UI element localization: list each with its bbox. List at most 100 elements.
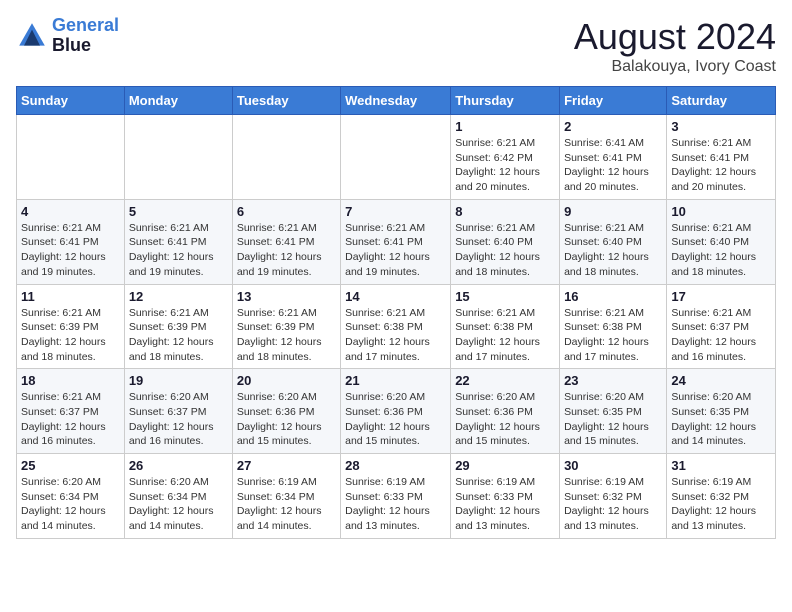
day-number: 31 <box>671 458 771 473</box>
day-info: Sunrise: 6:21 AM Sunset: 6:38 PM Dayligh… <box>564 306 662 365</box>
calendar-header-cell: Friday <box>560 87 667 115</box>
day-info: Sunrise: 6:19 AM Sunset: 6:32 PM Dayligh… <box>564 475 662 534</box>
day-info: Sunrise: 6:19 AM Sunset: 6:34 PM Dayligh… <box>237 475 336 534</box>
day-info: Sunrise: 6:20 AM Sunset: 6:36 PM Dayligh… <box>237 390 336 449</box>
day-number: 3 <box>671 119 771 134</box>
day-info: Sunrise: 6:20 AM Sunset: 6:34 PM Dayligh… <box>21 475 120 534</box>
day-number: 14 <box>345 289 446 304</box>
day-info: Sunrise: 6:20 AM Sunset: 6:35 PM Dayligh… <box>564 390 662 449</box>
logo-text: General Blue <box>52 16 119 56</box>
day-number: 24 <box>671 373 771 388</box>
main-title: August 2024 <box>574 16 776 58</box>
calendar-day-cell: 10 Sunrise: 6:21 AM Sunset: 6:40 PM Dayli… <box>667 199 776 284</box>
day-number: 13 <box>237 289 336 304</box>
calendar-day-cell: 29 Sunrise: 6:19 AM Sunset: 6:33 PM Dayli… <box>451 454 560 539</box>
day-info: Sunrise: 6:20 AM Sunset: 6:35 PM Dayligh… <box>671 390 771 449</box>
day-number: 26 <box>129 458 228 473</box>
day-info: Sunrise: 6:19 AM Sunset: 6:32 PM Dayligh… <box>671 475 771 534</box>
calendar-header-cell: Monday <box>124 87 232 115</box>
day-number: 4 <box>21 204 120 219</box>
logo: General Blue <box>16 16 119 56</box>
day-number: 20 <box>237 373 336 388</box>
calendar-day-cell: 17Sunrise: 6:21 AM Sunset: 6:37 PM Dayli… <box>667 284 776 369</box>
day-info: Sunrise: 6:21 AM Sunset: 6:41 PM Dayligh… <box>671 136 771 195</box>
calendar-header-cell: Wednesday <box>341 87 451 115</box>
day-info: Sunrise: 6:20 AM Sunset: 6:36 PM Dayligh… <box>345 390 446 449</box>
day-number: 25 <box>21 458 120 473</box>
calendar-day-cell: 23 Sunrise: 6:20 AM Sunset: 6:35 PM Dayli… <box>560 369 667 454</box>
day-info: Sunrise: 6:41 AM Sunset: 6:41 PM Dayligh… <box>564 136 662 195</box>
calendar-day-cell: 21Sunrise: 6:20 AM Sunset: 6:36 PM Dayli… <box>341 369 451 454</box>
day-number: 16 <box>564 289 662 304</box>
calendar-week-row: 18 Sunrise: 6:21 AM Sunset: 6:37 PM Dayli… <box>17 369 776 454</box>
calendar-day-cell: 26Sunrise: 6:20 AM Sunset: 6:34 PM Dayli… <box>124 454 232 539</box>
day-info: Sunrise: 6:21 AM Sunset: 6:37 PM Dayligh… <box>21 390 120 449</box>
day-info: Sunrise: 6:21 AM Sunset: 6:39 PM Dayligh… <box>237 306 336 365</box>
calendar-week-row: 11Sunrise: 6:21 AM Sunset: 6:39 PM Dayli… <box>17 284 776 369</box>
day-number: 9 <box>564 204 662 219</box>
day-info: Sunrise: 6:21 AM Sunset: 6:40 PM Dayligh… <box>671 221 771 280</box>
calendar-day-cell <box>232 115 340 200</box>
calendar-week-row: 1Sunrise: 6:21 AM Sunset: 6:42 PM Daylig… <box>17 115 776 200</box>
calendar-day-cell: 20 Sunrise: 6:20 AM Sunset: 6:36 PM Dayli… <box>232 369 340 454</box>
day-info: Sunrise: 6:21 AM Sunset: 6:39 PM Dayligh… <box>129 306 228 365</box>
day-number: 28 <box>345 458 446 473</box>
calendar-day-cell <box>341 115 451 200</box>
calendar-week-row: 25 Sunrise: 6:20 AM Sunset: 6:34 PM Dayli… <box>17 454 776 539</box>
calendar-day-cell: 31 Sunrise: 6:19 AM Sunset: 6:32 PM Dayli… <box>667 454 776 539</box>
calendar-day-cell: 25 Sunrise: 6:20 AM Sunset: 6:34 PM Dayli… <box>17 454 125 539</box>
calendar-header-cell: Saturday <box>667 87 776 115</box>
calendar-week-row: 4 Sunrise: 6:21 AM Sunset: 6:41 PM Daylig… <box>17 199 776 284</box>
calendar-header-cell: Thursday <box>451 87 560 115</box>
logo-icon <box>16 20 48 52</box>
calendar-day-cell: 14 Sunrise: 6:21 AM Sunset: 6:38 PM Dayli… <box>341 284 451 369</box>
calendar-header-cell: Tuesday <box>232 87 340 115</box>
calendar-header-cell: Sunday <box>17 87 125 115</box>
calendar-day-cell: 27 Sunrise: 6:19 AM Sunset: 6:34 PM Dayli… <box>232 454 340 539</box>
day-number: 30 <box>564 458 662 473</box>
page-header: General Blue August 2024 Balakouya, Ivor… <box>16 16 776 76</box>
day-number: 8 <box>455 204 555 219</box>
day-number: 15 <box>455 289 555 304</box>
day-number: 6 <box>237 204 336 219</box>
day-info: Sunrise: 6:21 AM Sunset: 6:41 PM Dayligh… <box>21 221 120 280</box>
calendar-day-cell: 4 Sunrise: 6:21 AM Sunset: 6:41 PM Daylig… <box>17 199 125 284</box>
calendar-day-cell: 5 Sunrise: 6:21 AM Sunset: 6:41 PM Daylig… <box>124 199 232 284</box>
calendar-day-cell: 11Sunrise: 6:21 AM Sunset: 6:39 PM Dayli… <box>17 284 125 369</box>
day-number: 22 <box>455 373 555 388</box>
calendar-body: 1Sunrise: 6:21 AM Sunset: 6:42 PM Daylig… <box>17 115 776 539</box>
day-number: 27 <box>237 458 336 473</box>
calendar-day-cell <box>124 115 232 200</box>
day-number: 18 <box>21 373 120 388</box>
calendar-day-cell: 6 Sunrise: 6:21 AM Sunset: 6:41 PM Daylig… <box>232 199 340 284</box>
calendar-table: SundayMondayTuesdayWednesdayThursdayFrid… <box>16 86 776 539</box>
calendar-day-cell: 18 Sunrise: 6:21 AM Sunset: 6:37 PM Dayli… <box>17 369 125 454</box>
day-info: Sunrise: 6:21 AM Sunset: 6:40 PM Dayligh… <box>455 221 555 280</box>
day-number: 10 <box>671 204 771 219</box>
calendar-day-cell: 2 Sunrise: 6:41 AM Sunset: 6:41 PM Daylig… <box>560 115 667 200</box>
subtitle: Balakouya, Ivory Coast <box>574 58 776 76</box>
day-info: Sunrise: 6:19 AM Sunset: 6:33 PM Dayligh… <box>455 475 555 534</box>
calendar-day-cell: 19Sunrise: 6:20 AM Sunset: 6:37 PM Dayli… <box>124 369 232 454</box>
title-block: August 2024 Balakouya, Ivory Coast <box>574 16 776 76</box>
calendar-day-cell: 9Sunrise: 6:21 AM Sunset: 6:40 PM Daylig… <box>560 199 667 284</box>
day-info: Sunrise: 6:21 AM Sunset: 6:41 PM Dayligh… <box>129 221 228 280</box>
day-number: 17 <box>671 289 771 304</box>
calendar-day-cell: 16 Sunrise: 6:21 AM Sunset: 6:38 PM Dayli… <box>560 284 667 369</box>
day-number: 5 <box>129 204 228 219</box>
day-info: Sunrise: 6:21 AM Sunset: 6:38 PM Dayligh… <box>455 306 555 365</box>
day-number: 23 <box>564 373 662 388</box>
calendar-day-cell: 3 Sunrise: 6:21 AM Sunset: 6:41 PM Daylig… <box>667 115 776 200</box>
calendar-day-cell: 7 Sunrise: 6:21 AM Sunset: 6:41 PM Daylig… <box>341 199 451 284</box>
day-number: 29 <box>455 458 555 473</box>
calendar-header: SundayMondayTuesdayWednesdayThursdayFrid… <box>17 87 776 115</box>
day-info: Sunrise: 6:21 AM Sunset: 6:41 PM Dayligh… <box>345 221 446 280</box>
day-number: 7 <box>345 204 446 219</box>
day-info: Sunrise: 6:21 AM Sunset: 6:38 PM Dayligh… <box>345 306 446 365</box>
day-info: Sunrise: 6:21 AM Sunset: 6:41 PM Dayligh… <box>237 221 336 280</box>
calendar-day-cell: 12Sunrise: 6:21 AM Sunset: 6:39 PM Dayli… <box>124 284 232 369</box>
day-info: Sunrise: 6:21 AM Sunset: 6:39 PM Dayligh… <box>21 306 120 365</box>
day-info: Sunrise: 6:20 AM Sunset: 6:36 PM Dayligh… <box>455 390 555 449</box>
day-number: 2 <box>564 119 662 134</box>
day-number: 19 <box>129 373 228 388</box>
